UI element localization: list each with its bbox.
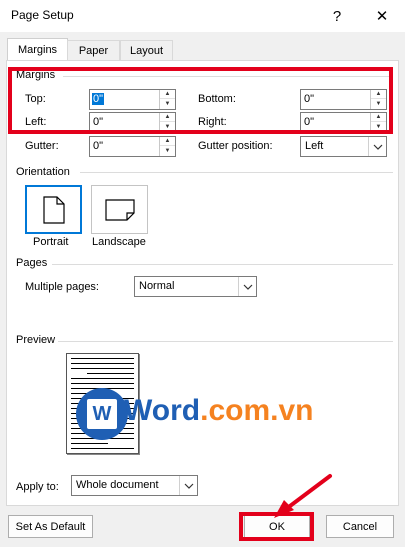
chevron-down-icon[interactable] — [238, 277, 256, 296]
apply-to-select[interactable]: Whole document — [71, 475, 198, 496]
gutter-position-select[interactable]: Left — [300, 136, 387, 157]
spin-down-icon[interactable]: ▼ — [160, 146, 175, 155]
gutter-spinner[interactable]: 0" ▲ ▼ — [89, 136, 176, 157]
multiple-pages-select[interactable]: Normal — [134, 276, 257, 297]
watermark-text: Word.com.vn — [124, 394, 314, 427]
window-title: Page Setup — [11, 8, 74, 22]
orientation-label: Orientation — [16, 166, 70, 178]
help-button[interactable]: ? — [318, 0, 356, 32]
tab-layout[interactable]: Layout — [120, 40, 173, 61]
spin-up-icon[interactable]: ▲ — [160, 137, 175, 146]
portrait-label[interactable]: Portrait — [33, 236, 68, 248]
preview-label: Preview — [16, 334, 56, 346]
gutter-label: Gutter: — [25, 140, 59, 152]
gutter-value[interactable]: 0" — [93, 140, 103, 152]
word-logo-icon: W — [76, 388, 128, 440]
chevron-down-icon[interactable] — [179, 476, 197, 495]
multiple-pages-label: Multiple pages: — [25, 281, 99, 293]
set-as-default-button[interactable]: Set As Default — [8, 515, 93, 538]
tab-paper[interactable]: Paper — [67, 40, 120, 61]
margins-highlight-box — [8, 67, 393, 134]
red-arrow-icon — [274, 474, 332, 518]
landscape-page-icon — [104, 198, 135, 221]
multiple-pages-value: Normal — [139, 280, 175, 292]
portrait-page-icon — [42, 195, 65, 224]
gutter-position-value: Left — [305, 140, 324, 152]
chevron-down-icon[interactable] — [368, 137, 386, 156]
landscape-button[interactable] — [91, 185, 148, 234]
pages-divider — [52, 264, 393, 265]
apply-to-value: Whole document — [76, 479, 159, 491]
gutter-position-label: Gutter position: — [198, 140, 273, 152]
tab-margins[interactable]: Margins — [7, 38, 68, 61]
landscape-label[interactable]: Landscape — [92, 236, 146, 248]
pages-label: Pages — [16, 257, 48, 269]
portrait-button[interactable] — [25, 185, 82, 234]
apply-to-label: Apply to: — [16, 481, 59, 493]
close-button[interactable]: ✕ — [363, 0, 401, 32]
orientation-divider — [80, 172, 393, 173]
preview-divider — [58, 341, 393, 342]
